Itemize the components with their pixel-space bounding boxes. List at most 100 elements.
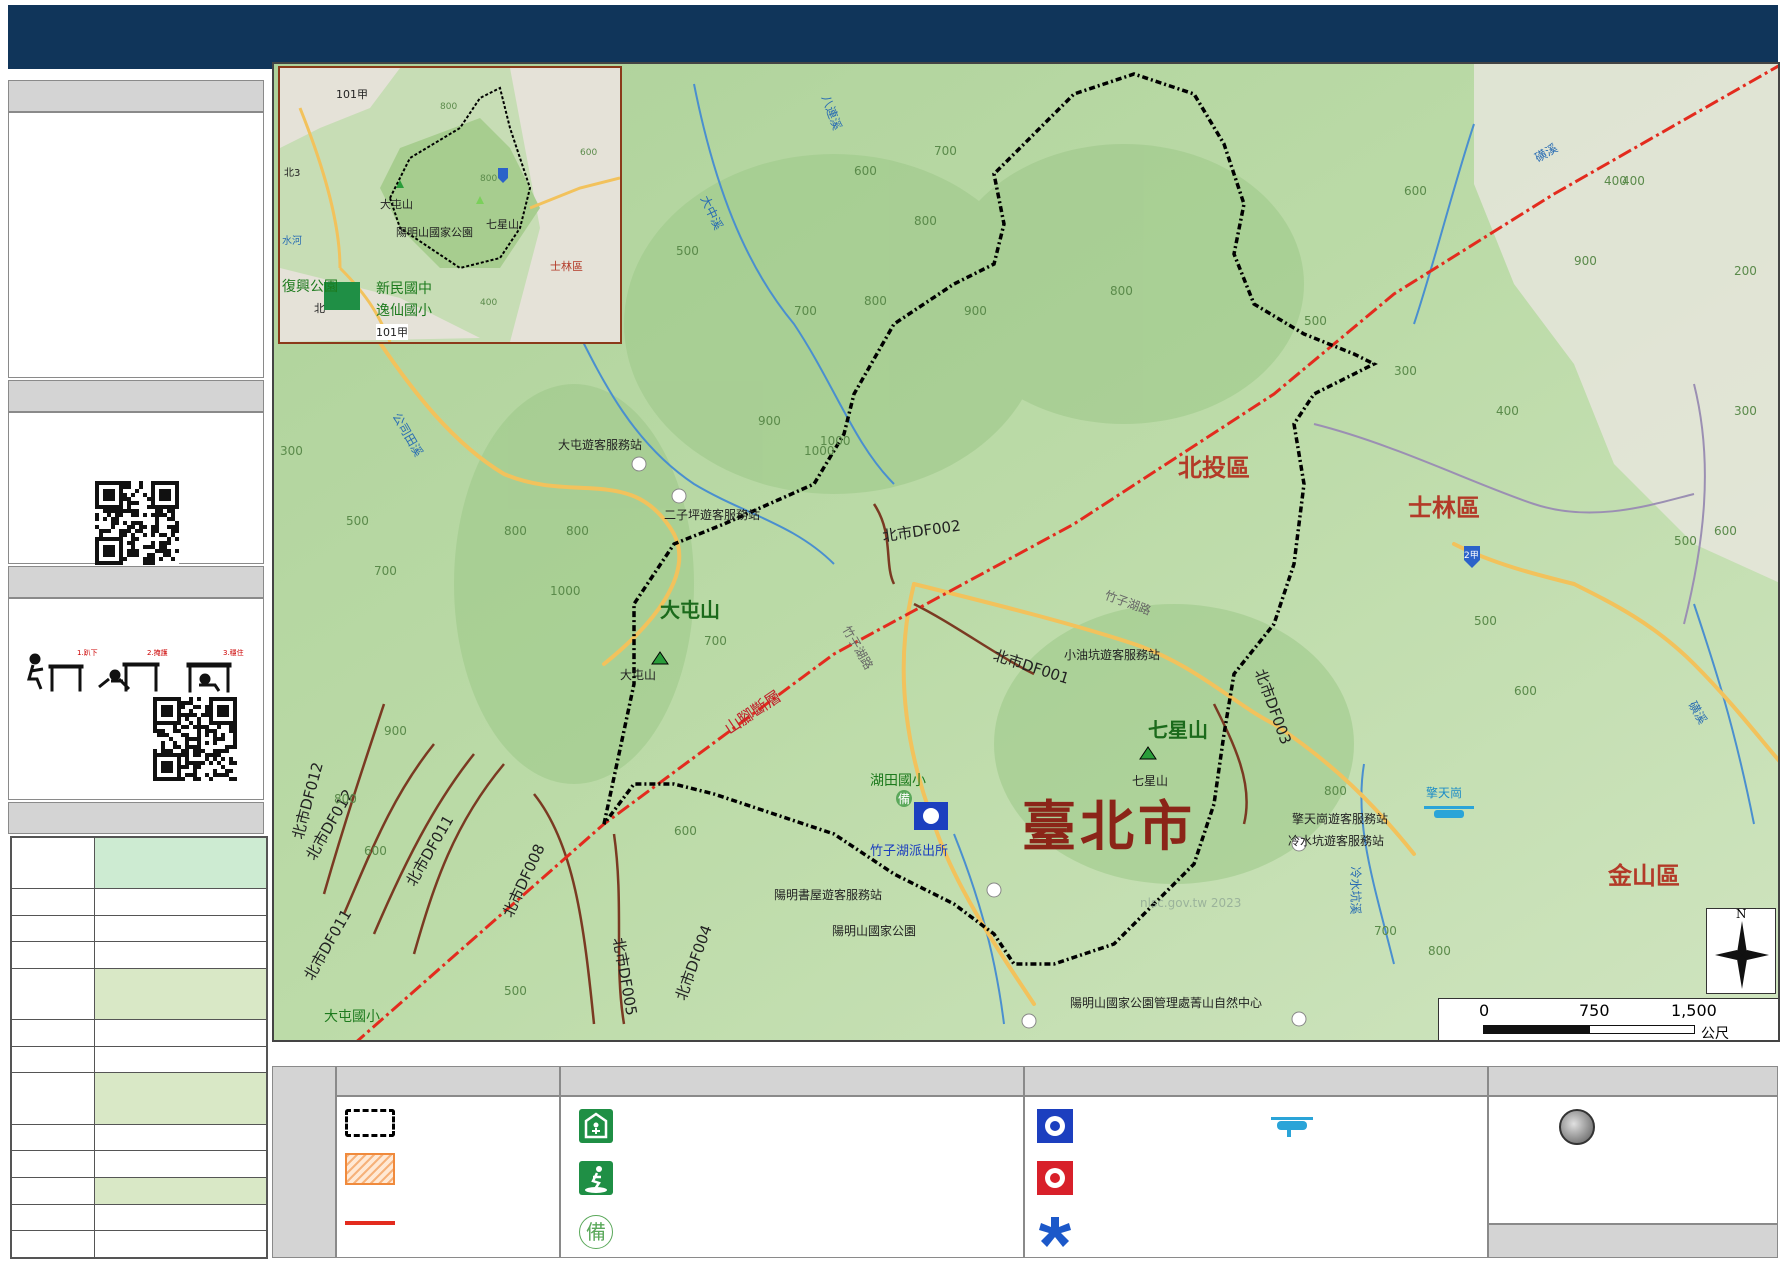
drop-cover-hold-diagram: 1.趴下 2.掩護 3.穩住 — [27, 648, 244, 693]
label-zhuzihu-police: 竹子湖派出所 — [870, 844, 949, 859]
contour-label: 400 — [1604, 174, 1627, 188]
fire-station-icon — [1037, 1161, 1073, 1195]
inset-label-water: 水河 — [282, 236, 302, 247]
inset-label-north: 北 — [314, 302, 325, 315]
scale-tick-0: 0 — [1479, 1001, 1490, 1020]
scale-bar-white — [1589, 1025, 1695, 1034]
legend-side-header — [272, 1066, 336, 1258]
inset-label-fuxing-park: 復興公園 — [282, 279, 338, 295]
label-qingtianang-visitor: 擎天崗遊客服務站 — [1292, 812, 1389, 826]
qr-code[interactable] — [95, 481, 179, 565]
contour-label: 600 — [674, 824, 697, 838]
contour-label: 900 — [964, 304, 987, 318]
label-qingtianang: 擎天崗 — [1426, 786, 1463, 800]
cover-figure-icon — [98, 662, 160, 692]
legend-col3-header — [1024, 1066, 1488, 1096]
contour-label: 700 — [374, 564, 397, 578]
main-map[interactable]: 臺北市 北投區 士林區 金山區 大屯山 大屯山 七星山 七星山 山腳斷層 竹子湖… — [272, 62, 1780, 1042]
drop-figure-icon — [27, 653, 84, 692]
contour-label: 300 — [1734, 404, 1757, 418]
inset-contour-label: 800 — [440, 102, 458, 112]
scale-tick-1500: 1,500 — [1671, 1001, 1717, 1020]
label-lengshuikeng-creek: 冷水坑溪 — [1348, 866, 1363, 915]
label-beitou-district: 北投區 — [1178, 454, 1250, 482]
header-bar — [8, 5, 1778, 69]
label-datun-mountain-small: 大屯山 — [620, 668, 657, 682]
contour-label: 800 — [1110, 284, 1133, 298]
contour-label: 300 — [1394, 364, 1417, 378]
label-erziping-visitor: 二子坪遊客服務站 — [664, 508, 761, 522]
scale-bar: 0 750 1,500 公尺 — [1438, 998, 1778, 1042]
label-qixing-mountain-small: 七星山 — [1132, 774, 1169, 788]
label-datun-school: 大屯國小 — [324, 1009, 380, 1025]
legend-col1-header — [336, 1066, 560, 1096]
qr-panel-body — [8, 412, 264, 565]
inset-contour-label: 800 — [480, 174, 498, 184]
inset-label-qixing: 七星山 — [486, 218, 519, 231]
contour-label: 600 — [1714, 524, 1737, 538]
inset-label-park: 陽明山國家公園 — [396, 226, 473, 239]
contour-label: 500 — [676, 244, 699, 258]
contour-label: 800 — [566, 524, 589, 538]
legend-col1-body — [336, 1096, 560, 1258]
contour-label: 700 — [704, 634, 727, 648]
contour-label: 800 — [914, 214, 937, 228]
contour-label: 600 — [1514, 684, 1537, 698]
label-route-2: 2甲 — [1464, 551, 1479, 561]
scale-bar-black — [1483, 1025, 1589, 1034]
legend-fault-swatch — [345, 1221, 395, 1225]
contour-label: 600 — [854, 164, 877, 178]
scale-unit: 公尺 — [1701, 1026, 1729, 1042]
qr-code-earthquake[interactable] — [153, 697, 237, 781]
contour-label: 800 — [334, 792, 357, 806]
north-arrow: N — [1706, 907, 1776, 994]
contour-label: 800 — [1428, 944, 1451, 958]
police-station-icon[interactable] — [914, 802, 948, 830]
label-youkeng-visitor: 小油坑遊客服務站 — [1064, 648, 1161, 662]
contour-label: 600 — [364, 844, 387, 858]
contour-label: 600 — [1404, 184, 1427, 198]
contour-label: 500 — [1674, 534, 1697, 548]
label-lengshuikeng-visitor: 冷水坑遊客服務站 — [1288, 834, 1385, 848]
label-shilin-district: 士林區 — [1408, 494, 1480, 522]
police-legend-icon — [1037, 1109, 1073, 1143]
contour-label: 500 — [1304, 314, 1327, 328]
drop-label: 1.趴下 — [77, 649, 98, 657]
contour-label: 200 — [1734, 264, 1757, 278]
legend-footer — [1488, 1224, 1778, 1258]
contour-label: 900 — [384, 724, 407, 738]
inset-map[interactable]: 101甲 101甲 北3 大屯山 七星山 陽明山國家公園 士林區 復興公園 新民… — [278, 66, 622, 344]
hold-figure-icon — [186, 662, 232, 693]
legend-col3-body — [1024, 1096, 1488, 1258]
label-yangming-bookhouse: 陽明書屋遊客服務站 — [774, 888, 883, 902]
medical-icon — [1037, 1215, 1073, 1249]
helicopter-legend-icon — [1267, 1113, 1317, 1139]
info-panel-header — [8, 80, 264, 112]
contour-label: 1000 — [804, 444, 835, 458]
shelter-outdoor-icon — [579, 1161, 613, 1195]
legend-col2-header — [560, 1066, 1024, 1096]
qr-panel-header — [8, 380, 264, 412]
label-hutian-school: 湖田國小 — [870, 773, 926, 789]
contour-label: 800 — [504, 524, 527, 538]
scale-tick-750: 750 — [1579, 1001, 1610, 1020]
label-watermark: nlsc.gov.tw 2023 — [1140, 896, 1242, 910]
earthquake-panel-header — [8, 566, 264, 598]
legend-zone-swatch — [345, 1153, 395, 1185]
label-yangmingshan-park: 陽明山國家公園 — [832, 924, 917, 938]
gray-circle-icon — [1559, 1109, 1595, 1145]
contour-label: 800 — [864, 294, 887, 308]
contour-label: 500 — [346, 514, 369, 528]
legend-col4-header — [1488, 1066, 1778, 1096]
contour-label: 900 — [1574, 254, 1597, 268]
contour-label: 500 — [1474, 614, 1497, 628]
label-qixing-mountain: 七星山 — [1148, 718, 1208, 742]
legend-boundary-swatch — [345, 1109, 395, 1137]
backup-shelter-icon: 備 — [579, 1215, 613, 1249]
inset-label-datun: 大屯山 — [380, 198, 413, 211]
earthquake-panel-body: 1.趴下 2.掩護 3.穩住 — [8, 598, 264, 800]
info-panel-body — [8, 112, 264, 378]
contour-label: 700 — [794, 304, 817, 318]
contour-label: 1000 — [550, 584, 581, 598]
hold-label: 3.穩住 — [223, 648, 244, 657]
